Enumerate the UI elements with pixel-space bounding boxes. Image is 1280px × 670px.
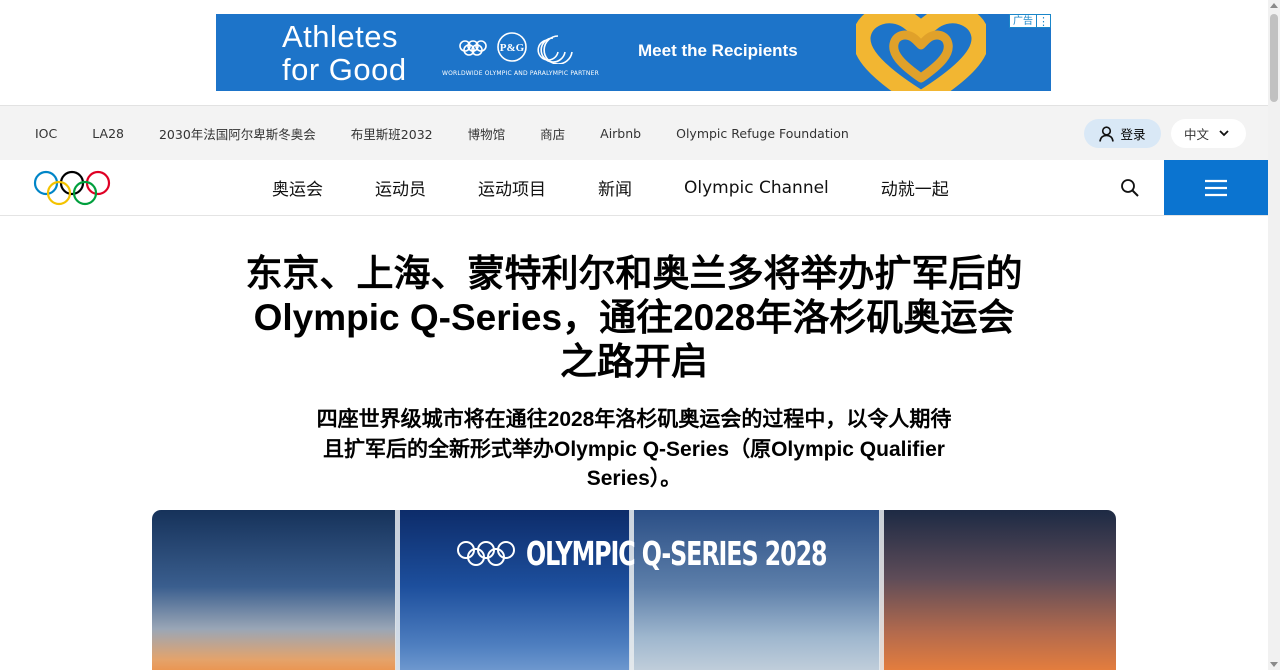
- nav-item-news[interactable]: 新闻: [598, 175, 632, 200]
- olympic-rings-icon[interactable]: [33, 170, 111, 206]
- menu-button[interactable]: [1164, 160, 1268, 215]
- utility-link-ioc[interactable]: IOC: [35, 126, 57, 141]
- hero-panel-dusk-sky: [880, 510, 1116, 670]
- utility-link-shop[interactable]: 商店: [540, 124, 565, 143]
- language-value: 中文: [1184, 127, 1210, 142]
- ad-banner[interactable]: Athletes for Good P&G WORLDWIDE OLYMPIC …: [216, 14, 1051, 91]
- search-icon[interactable]: [1119, 177, 1141, 199]
- hero-image: OLYMPIC Q-SERIES 2028: [152, 510, 1116, 670]
- ad-choices[interactable]: 广告 ⋮: [1009, 14, 1051, 28]
- utility-link-la28[interactable]: LA28: [92, 126, 124, 141]
- scroll-down-icon[interactable]: [1270, 662, 1278, 667]
- utility-link-airbnb[interactable]: Airbnb: [600, 126, 641, 141]
- nav-item-olympic-channel[interactable]: Olympic Channel: [684, 178, 829, 198]
- ad-headline: Athletes for Good: [282, 19, 407, 87]
- hero-divider: [395, 510, 400, 670]
- scroll-thumb[interactable]: [1270, 14, 1278, 102]
- olympic-rings-icon: [457, 541, 515, 566]
- ad-partner-tagline: WORLDWIDE OLYMPIC AND PARALYMPIC PARTNER: [442, 70, 599, 77]
- hero-panel-sunset-city: [152, 510, 398, 670]
- svg-text:P&G: P&G: [500, 42, 525, 54]
- utility-links: IOC LA28 2030年法国阿尔卑斯冬奥会 布里斯班2032 博物馆 商店 …: [35, 106, 884, 161]
- chevron-down-icon: [1219, 130, 1229, 137]
- utility-link-museum[interactable]: 博物馆: [468, 124, 506, 143]
- user-icon: [1099, 125, 1115, 142]
- nav-item-move-together[interactable]: 动就一起: [881, 175, 949, 200]
- utility-bar: IOC LA28 2030年法国阿尔卑斯冬奥会 布里斯班2032 博物馆 商店 …: [0, 105, 1268, 160]
- ad-cta[interactable]: Meet the Recipients: [638, 41, 798, 61]
- hamburger-menu-icon: [1205, 179, 1227, 196]
- login-button[interactable]: 登录: [1084, 119, 1161, 148]
- language-select[interactable]: 中文: [1171, 119, 1246, 148]
- nav-item-games[interactable]: 奥运会: [272, 175, 323, 200]
- ad-options-icon[interactable]: ⋮: [1037, 14, 1051, 28]
- hero-divider: [879, 510, 884, 670]
- utility-link-brisbane-2032[interactable]: 布里斯班2032: [351, 124, 433, 143]
- main-nav-items: 奥运会 运动员 运动项目 新闻 Olympic Channel 动就一起: [272, 160, 1001, 215]
- article-headline: 东京、上海、蒙特利尔和奥兰多将举办扩军后的Olympic Q-Series，通往…: [245, 253, 1023, 382]
- main-nav: 奥运会 运动员 运动项目 新闻 Olympic Channel 动就一起: [0, 160, 1268, 216]
- ad-badge: 广告: [1009, 14, 1037, 28]
- utility-link-alps-2030[interactable]: 2030年法国阿尔卑斯冬奥会: [159, 124, 316, 143]
- article-subheadline: 四座世界级城市将在通往2028年洛杉矶奥运会的过程中，以令人期待且扩军后的全新形…: [316, 408, 952, 490]
- nav-item-sports[interactable]: 运动项目: [478, 175, 546, 200]
- pg-olympic-partner-logos-icon: P&G: [459, 32, 573, 64]
- utility-link-refuge-foundation[interactable]: Olympic Refuge Foundation: [676, 126, 849, 141]
- heart-icon: [856, 14, 986, 91]
- ad-zone: Athletes for Good P&G WORLDWIDE OLYMPIC …: [0, 0, 1268, 105]
- login-label: 登录: [1120, 127, 1146, 142]
- nav-item-athletes[interactable]: 运动员: [375, 175, 426, 200]
- scroll-up-icon[interactable]: [1270, 3, 1278, 8]
- page-scrollbar[interactable]: [1268, 0, 1280, 670]
- hero-title: OLYMPIC Q-SERIES 2028: [526, 534, 828, 573]
